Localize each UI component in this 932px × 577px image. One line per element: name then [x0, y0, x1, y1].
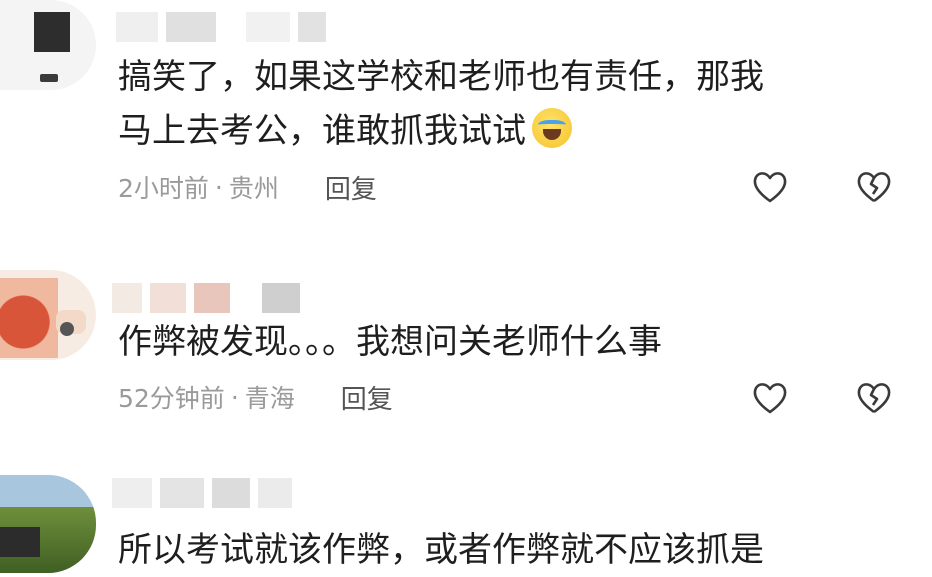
comment-text: 作弊被发现。。。我想问关老师什么事 — [118, 315, 662, 369]
comment-time: 52分钟前 — [118, 384, 225, 413]
avatar[interactable] — [0, 0, 96, 90]
comment-time: 2小时前 — [118, 174, 209, 203]
comment-text: 所以考试就该作弊，或者作弊就不应该抓是 — [118, 523, 764, 577]
broken-heart-icon[interactable] — [854, 167, 894, 207]
heart-outline-icon[interactable] — [750, 167, 790, 207]
username-blurred[interactable] — [112, 478, 292, 508]
comment-meta: 52分钟前 · 青海 回复 — [118, 379, 393, 416]
laughing-crying-emoji-icon — [532, 108, 572, 148]
comment-text-line: 马上去考公，谁敢抓我试试 — [118, 111, 526, 151]
comment-text-line: 搞笑了，如果这学校和老师也有责任，那我 — [118, 57, 764, 97]
avatar[interactable] — [0, 270, 96, 360]
reply-button[interactable]: 回复 — [325, 169, 377, 206]
comment-text-line: 作弊被发现。。。我想问关老师什么事 — [118, 322, 662, 362]
comment-text: 搞笑了，如果这学校和老师也有责任，那我 马上去考公，谁敢抓我试试 — [118, 50, 764, 158]
comment-location: 贵州 — [228, 174, 279, 203]
username-blurred[interactable] — [112, 283, 300, 313]
comment-meta: 2小时前 · 贵州 回复 — [118, 169, 377, 206]
reply-button[interactable]: 回复 — [341, 379, 393, 416]
comment-text-line: 所以考试就该作弊，或者作弊就不应该抓是 — [118, 530, 764, 570]
meta-separator: · — [214, 172, 223, 202]
username-blurred[interactable] — [116, 12, 326, 42]
comment-location: 青海 — [244, 384, 295, 413]
avatar[interactable] — [0, 475, 96, 573]
broken-heart-icon[interactable] — [854, 378, 894, 418]
heart-outline-icon[interactable] — [750, 378, 790, 418]
meta-separator: · — [230, 382, 239, 412]
